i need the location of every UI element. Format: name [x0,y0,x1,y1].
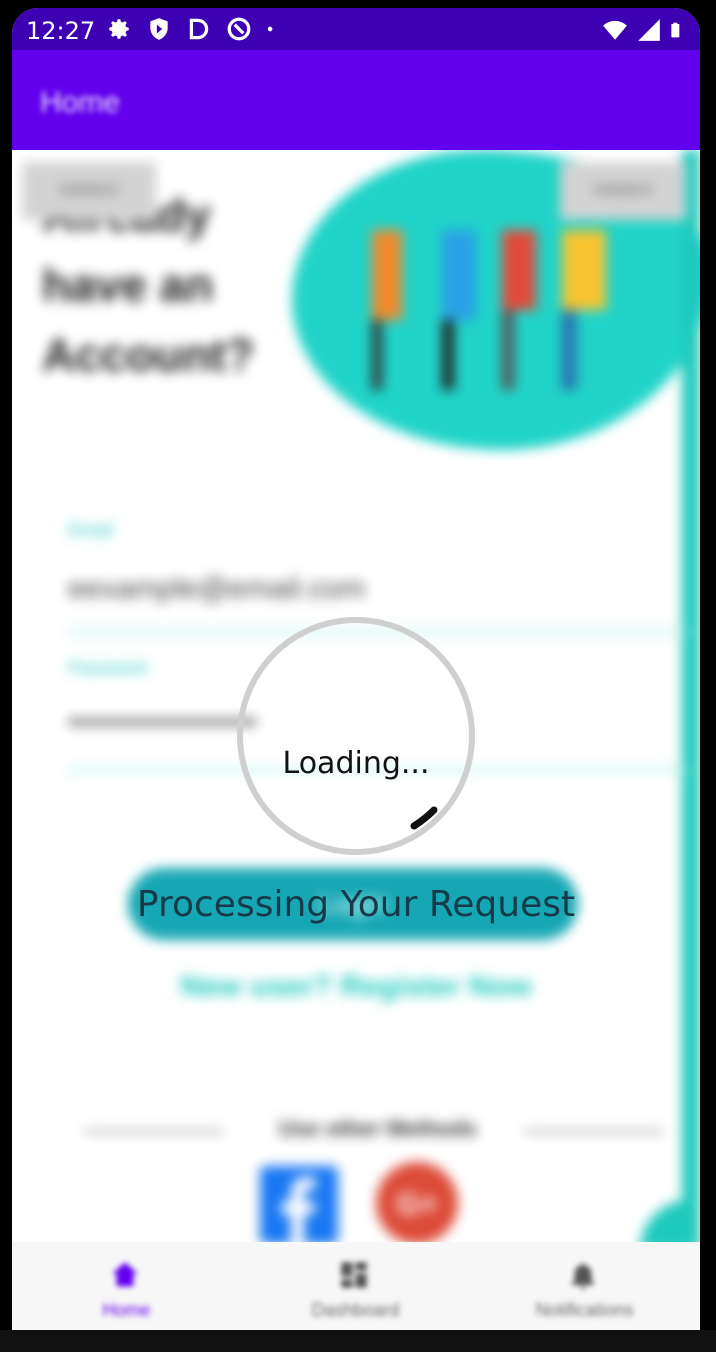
google-plus-icon[interactable]: G+ [376,1162,458,1242]
login-screen-content: Already have an Account? ANIMAX ANIMAX E… [12,150,700,1242]
banner-chip-left: ANIMAX [22,162,156,220]
nav-item-dashboard[interactable]: Dashboard [241,1242,470,1338]
email-label: Email [68,520,114,540]
password-label: Password [68,658,148,678]
wifi-icon [603,20,627,40]
status-time: 12:27 [26,17,96,45]
svg-text:G+: G+ [397,1188,438,1221]
gear-icon [109,19,129,39]
corner-accent [640,1200,700,1242]
facebook-icon[interactable] [260,1166,338,1242]
nav-label-notifications: Notifications [535,1300,634,1320]
shield-icon [150,18,168,40]
nav-label-dashboard: Dashboard [311,1300,400,1320]
battery-icon [671,22,680,38]
processing-text: Processing Your Request [136,884,576,925]
status-bar: 12:27 [12,8,700,50]
nav-item-home-content: Home [12,1242,241,1338]
bell-icon [571,1263,595,1290]
bottom-navigation: Home Dashboard Notifications [12,1242,700,1338]
nav-item-dashboard-content: Dashboard [241,1242,470,1338]
status-system-icons [602,17,686,43]
people-illustration-icon [372,230,606,390]
other-methods-label: Use other Methods [278,1116,478,1141]
d-app-icon [189,18,209,40]
dashboard-icon [341,1262,367,1288]
loading-text: Loading... [282,746,430,781]
signal-icon [638,19,660,41]
phone-screen: 12:27 Home have an Account? ANIMAX ANIMA… [12,8,700,1338]
loading-spinner-icon [237,617,475,855]
heading-line-2: have an [42,259,214,311]
password-field[interactable]: •••••••••••••••••• [68,706,257,740]
nav-label-home: Home [102,1300,151,1320]
at-sign-icon [227,17,251,41]
heading-line-3: Account? [42,329,255,381]
nav-item-notifications[interactable]: Notifications [470,1242,699,1338]
system-bottom-bar [0,1330,716,1352]
register-link[interactable]: New user? Register Now [12,970,700,1004]
app-bar: Home [12,50,700,150]
right-accent-strip [682,150,700,1240]
dot-icon [267,26,273,32]
app-bar-title: Home [40,86,121,119]
nav-item-notifications-content: Notifications [470,1242,699,1338]
nav-item-home[interactable]: Home [12,1242,241,1338]
banner-chip-right: ANIMAX [560,162,686,220]
home-icon [112,1262,138,1287]
email-field[interactable]: eexample@email.com [68,572,365,606]
status-notification-icons [106,16,280,42]
